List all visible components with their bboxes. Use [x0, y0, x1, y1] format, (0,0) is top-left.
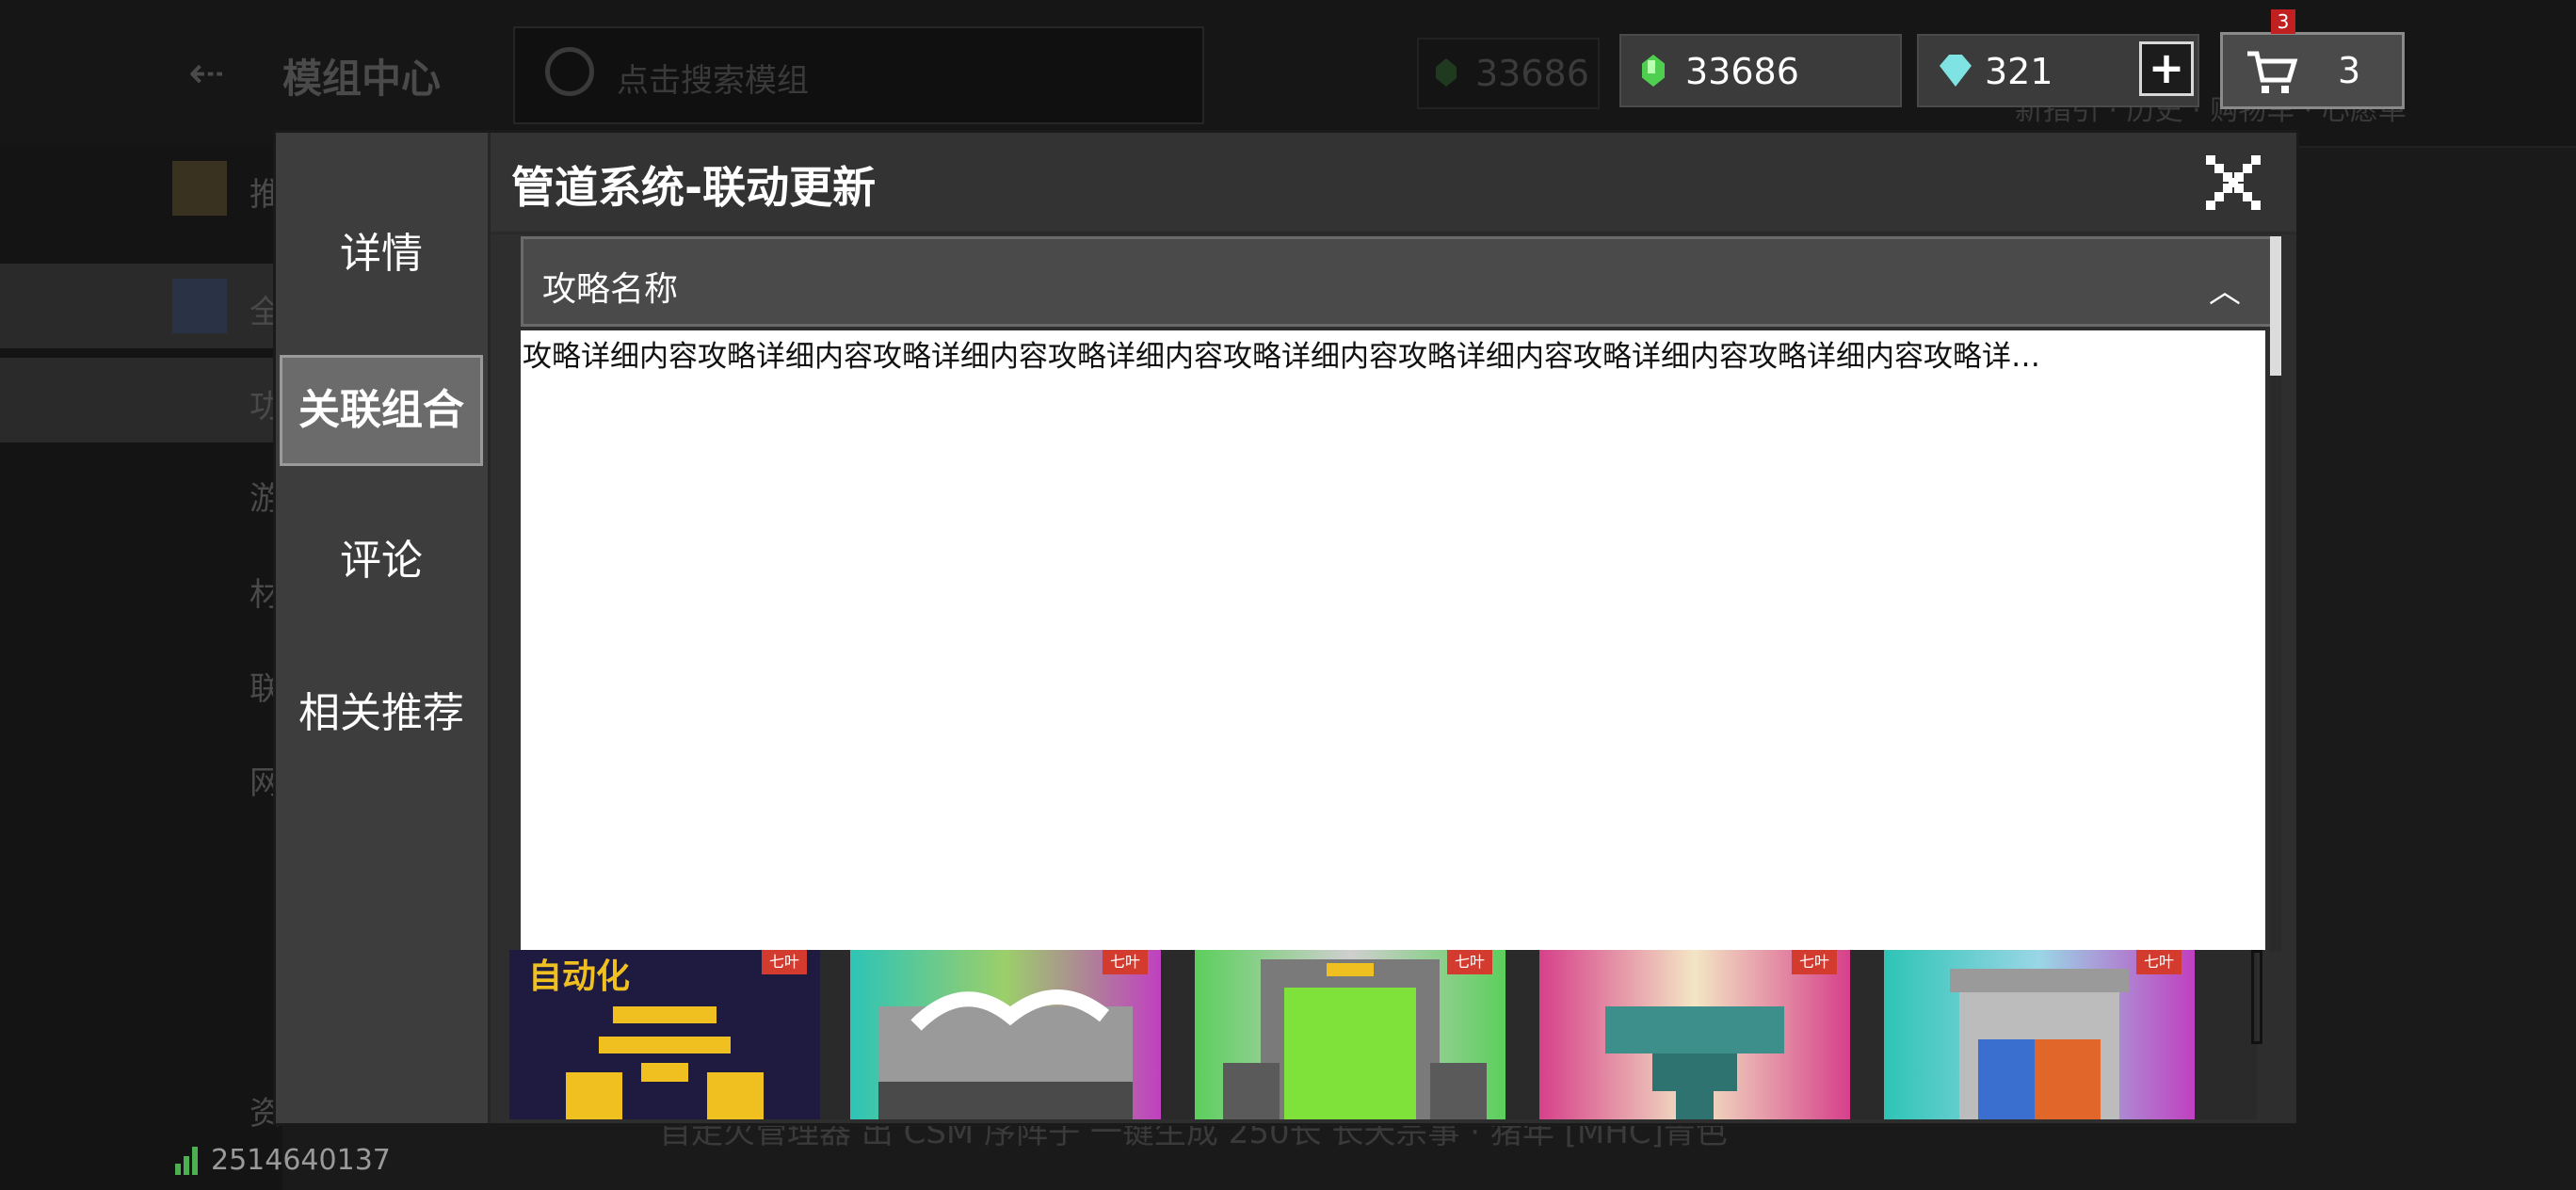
back-arrow-icon: ⇠ [188, 47, 225, 98]
card-art-prismarine-hopper [1539, 950, 1850, 1119]
cart-count: 3 [2338, 50, 2361, 91]
guide-scrollbar[interactable] [2270, 236, 2281, 952]
guide-scrollbar-thumb[interactable] [2270, 236, 2281, 376]
guide-header[interactable]: 攻略名称 ︿ [521, 236, 2281, 327]
tab-related-combos[interactable]: 关联组合 [280, 355, 483, 466]
recommend-icon [172, 161, 227, 216]
background-emerald-value: 33686 [1475, 53, 1589, 94]
related-cards-strip: 自动化 七叶 七叶 七叶 七叶 七叶 [509, 950, 2257, 1119]
diamond-balance: 321 [1985, 51, 2053, 92]
diamond-balance-pill: 321 + [1917, 34, 2199, 107]
mod-card[interactable]: 七叶 [1539, 950, 1850, 1119]
background-page-title: 模组中心 [282, 56, 442, 102]
card-art-hopper-pipe [850, 950, 1161, 1119]
tab-recommendations[interactable]: 相关推荐 [280, 658, 483, 769]
mod-card[interactable]: 七叶 [1195, 950, 1505, 1119]
search-icon [545, 47, 594, 96]
prismarine-hopper-icon [1605, 1006, 1784, 1119]
diamond-icon [1940, 55, 1972, 87]
modal-tab-list: 详情 关联组合 评论 相关推荐 [276, 133, 491, 1123]
automation-icon: 自动化 [528, 957, 764, 1119]
mod-detail-modal: 详情 关联组合 评论 相关推荐 管道系统-联动更新 攻略名称 ︿ 攻略详细内容攻… [273, 130, 2299, 1126]
background-sidebar-item: 推 [0, 146, 282, 231]
card-badge: 七叶 [1103, 950, 1148, 974]
emerald-icon [1642, 55, 1665, 87]
emerald-balance-pill: 33686 [1619, 34, 1902, 107]
modal-title: 管道系统-联动更新 [511, 162, 877, 213]
background-search-bar: 点击搜索模组 [513, 26, 1204, 124]
tab-comments[interactable]: 评论 [280, 506, 483, 617]
cart-badge: 3 [2271, 9, 2295, 34]
tab-details[interactable]: 详情 [280, 199, 483, 310]
background-sidebar-item: 游 [0, 450, 282, 535]
background-search-placeholder: 点击搜索模组 [617, 62, 809, 100]
user-id: 2514640137 [211, 1144, 391, 1177]
slime-tank-icon [1223, 959, 1487, 1119]
cart-icon [2247, 51, 2298, 93]
all-mods-icon [172, 279, 227, 333]
background-sidebar-item: 材 [0, 546, 282, 631]
guide-body: 攻略详细内容攻略详细内容攻略详细内容攻略详细内容攻略详细内容攻略详细内容攻略详细… [521, 330, 2265, 950]
card-art-lava-water-tank [1884, 950, 2195, 1119]
hopper-pipe-icon [878, 989, 1133, 1119]
mod-card[interactable]: 七叶 [850, 950, 1161, 1119]
background-sidebar-item: 网 [0, 734, 282, 819]
lava-water-tank-icon [1950, 969, 2129, 1119]
background-sidebar-item: 联 [0, 640, 282, 725]
card-badge: 七叶 [1792, 950, 1837, 974]
add-currency-button[interactable]: + [2139, 41, 2194, 96]
background-sidebar-item: 全 [0, 264, 282, 348]
emerald-icon [1436, 58, 1457, 87]
cart-button[interactable]: 3 [2220, 32, 2405, 109]
card-badge: 七叶 [762, 950, 807, 974]
card-badge: 七叶 [1447, 950, 1492, 974]
close-icon[interactable] [2206, 155, 2261, 210]
card-caption: 自动化 [528, 957, 630, 996]
emerald-balance: 33686 [1685, 51, 1799, 92]
mod-card[interactable]: 自动化 七叶 [509, 950, 820, 1119]
background-sidebar: 推 全 功 游 材 联 网 资 [0, 146, 282, 1190]
card-art-automation: 自动化 [509, 950, 820, 1119]
signal-icon [175, 1147, 198, 1175]
chevron-up-icon[interactable]: ︿ [2209, 265, 2241, 312]
background-sidebar-item: 功 [0, 358, 282, 442]
guide-title: 攻略名称 [542, 270, 679, 309]
card-art-slime-tank [1195, 950, 1505, 1119]
modal-title-bar: 管道系统-联动更新 [491, 133, 2296, 234]
background-emerald-pill: 33686 [1417, 38, 1600, 109]
mod-card[interactable]: 七叶 [1884, 950, 2195, 1119]
card-badge: 七叶 [2136, 950, 2182, 974]
guide-content: 攻略详细内容攻略详细内容攻略详细内容攻略详细内容攻略详细内容攻略详细内容攻略详细… [523, 340, 2040, 374]
cards-scroll-indicator[interactable] [2251, 950, 2262, 1044]
